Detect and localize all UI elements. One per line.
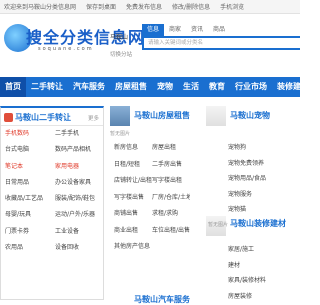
- more-link[interactable]: 更多: [88, 114, 99, 122]
- category-link[interactable]: 工业设备: [55, 224, 105, 240]
- category-link[interactable]: 服装/配饰/鞋包: [55, 191, 105, 207]
- second-hand-panel: 马鞍山二手转让 更多 手机数码 二手手机 台式电脑 数码产品相机 笔记本 家用电器 日常用品…: [0, 106, 104, 300]
- search-area: 信息 商家 资讯 商品 请输入关键词或分类名: [142, 24, 300, 50]
- category-link[interactable]: 二手房出售: [152, 157, 190, 174]
- category-link[interactable]: 商业出租: [114, 223, 152, 240]
- decoration-panel-title[interactable]: 马鞍山装修建材: [230, 218, 286, 229]
- nav-decoration[interactable]: 装修建材: [272, 77, 314, 97]
- tag-icon: [4, 113, 13, 122]
- housing-thumbnail: [110, 106, 130, 126]
- post-free-link[interactable]: 免费发布信息: [126, 2, 162, 11]
- panel-title[interactable]: 马鞍山宠物: [230, 110, 270, 121]
- nav-industry[interactable]: 行业市场: [230, 77, 272, 97]
- main-nav: 首页 二手转让 汽车服务 房屋租售 宠物 生活 教育 行业市场 装修建材: [0, 77, 309, 97]
- category-grid: 新房信息 房屋出租 日租/短租 二手房出售 店铺转让/出租 写字楼出租 写字楼出售 厂房/仓库…: [114, 140, 190, 256]
- nav-second-hand[interactable]: 二手转让: [26, 77, 68, 97]
- category-link[interactable]: 台式电脑: [5, 142, 55, 158]
- category-link[interactable]: 商铺出售: [114, 206, 152, 223]
- nav-home[interactable]: 首页: [0, 77, 26, 97]
- category-link[interactable]: 求租/求购: [152, 206, 190, 223]
- category-link[interactable]: 手机数码: [5, 126, 55, 142]
- panel-header: 马鞍山二手转让 更多: [1, 108, 103, 126]
- category-link[interactable]: 设备回收: [55, 240, 105, 256]
- category-link[interactable]: 家具/装修材料: [228, 273, 266, 289]
- category-link[interactable]: 房屋装修: [228, 289, 266, 305]
- category-link[interactable]: 房屋出租: [152, 140, 190, 157]
- category-link[interactable]: 日租/短租: [114, 157, 152, 174]
- category-link[interactable]: 新房信息: [114, 140, 152, 157]
- category-link[interactable]: 家居/施工: [228, 242, 266, 258]
- search-tab-news[interactable]: 资讯: [186, 24, 208, 36]
- category-link[interactable]: 写字楼出售: [114, 190, 152, 207]
- search-tabs: 信息 商家 资讯 商品: [142, 24, 300, 36]
- edit-delete-link[interactable]: 修改/删除信息: [172, 2, 210, 11]
- category-link[interactable]: 家用电器: [55, 159, 105, 175]
- search-tab-products[interactable]: 商品: [208, 24, 230, 36]
- category-link[interactable]: 办公设备家具: [55, 175, 105, 191]
- category-link[interactable]: 农用品: [5, 240, 55, 256]
- category-link[interactable]: 其他房产信息: [114, 239, 152, 256]
- city-name: 马鞍山: [110, 34, 129, 41]
- category-list: 宠物狗 宠物免费领养 宠物用品/食品 宠物服务 宠物猫: [228, 140, 266, 218]
- search-tab-business[interactable]: 商家: [164, 24, 186, 36]
- category-link[interactable]: 数码产品相机: [55, 142, 105, 158]
- nav-pets[interactable]: 宠物: [152, 77, 178, 97]
- housing-panel: 暂无图片 马鞍山房屋租售 新房信息 房屋出租 日租/短租 二手房出售 店铺转让/出租 写字…: [110, 106, 202, 304]
- category-link[interactable]: 宠物狗: [228, 140, 266, 156]
- bookmark-link[interactable]: 保存到桌面: [86, 2, 116, 11]
- category-list: 家居/施工 建材 家具/装修材料 房屋装修: [228, 242, 266, 304]
- category-link[interactable]: 宠物服务: [228, 187, 266, 203]
- category-link[interactable]: 二手手机: [55, 126, 105, 142]
- city-switch-link[interactable]: 切换分站: [110, 50, 132, 58]
- category-link[interactable]: 运动/户外/乐器: [55, 207, 105, 223]
- category-link[interactable]: 门票卡券: [5, 224, 55, 240]
- top-bar: 欢迎来到马鞍山分类信息网 保存到桌面 免费发布信息 修改/删除信息 手机浏览: [0, 0, 300, 14]
- welcome-text: 欢迎来到马鞍山分类信息网: [4, 4, 77, 11]
- nav-life[interactable]: 生活: [178, 77, 204, 97]
- panel-title[interactable]: 马鞍山二手转让: [15, 112, 71, 123]
- header: 搜全分类信息网 soquane.com 马鞍山 切换分站 信息 商家 资讯 商品…: [0, 16, 300, 66]
- category-link[interactable]: 店铺转让/出租: [114, 173, 152, 190]
- nav-housing[interactable]: 房屋租售: [110, 77, 152, 97]
- category-link[interactable]: 厂房/仓库/土地: [152, 190, 190, 207]
- category-link[interactable]: 日常用品: [5, 175, 55, 191]
- nav-auto[interactable]: 汽车服务: [68, 77, 110, 97]
- panel-title[interactable]: 马鞍山房屋租售: [134, 110, 190, 121]
- no-image-label: 暂无图片: [110, 131, 131, 137]
- category-link[interactable]: 宠物猫: [228, 202, 266, 218]
- category-link[interactable]: 车位出租/出售: [152, 223, 190, 240]
- category-link[interactable]: 写字楼出租: [152, 173, 190, 190]
- no-image-label: 暂无图片: [208, 222, 229, 228]
- category-link[interactable]: 母婴/玩具: [5, 207, 55, 223]
- category-link[interactable]: 宠物免费领养: [228, 156, 266, 172]
- category-link[interactable]: 建材: [228, 258, 266, 274]
- search-tab-info[interactable]: 信息: [142, 24, 165, 36]
- mobile-link[interactable]: 手机浏览: [220, 2, 244, 11]
- category-link[interactable]: 笔记本: [5, 159, 55, 175]
- category-link[interactable]: 收藏品/工艺品: [5, 191, 55, 207]
- site-logo[interactable]: 搜全分类信息网 soquane.com: [2, 20, 144, 60]
- search-input[interactable]: 请输入关键词或分类名: [142, 36, 300, 50]
- nav-education[interactable]: 教育: [204, 77, 230, 97]
- category-grid: 手机数码 二手手机 台式电脑 数码产品相机 笔记本 家用电器 日常用品 办公设备家具 收藏品/工…: [1, 126, 103, 256]
- logo-domain: soquane.com: [38, 46, 94, 52]
- category-link[interactable]: 宠物用品/食品: [228, 171, 266, 187]
- pets-panel: 马鞍山宠物 宠物狗 宠物免费领养 宠物用品/食品 宠物服务 宠物猫 暂无图片 马鞍山装修…: [206, 106, 300, 300]
- pets-thumbnail: [206, 106, 226, 126]
